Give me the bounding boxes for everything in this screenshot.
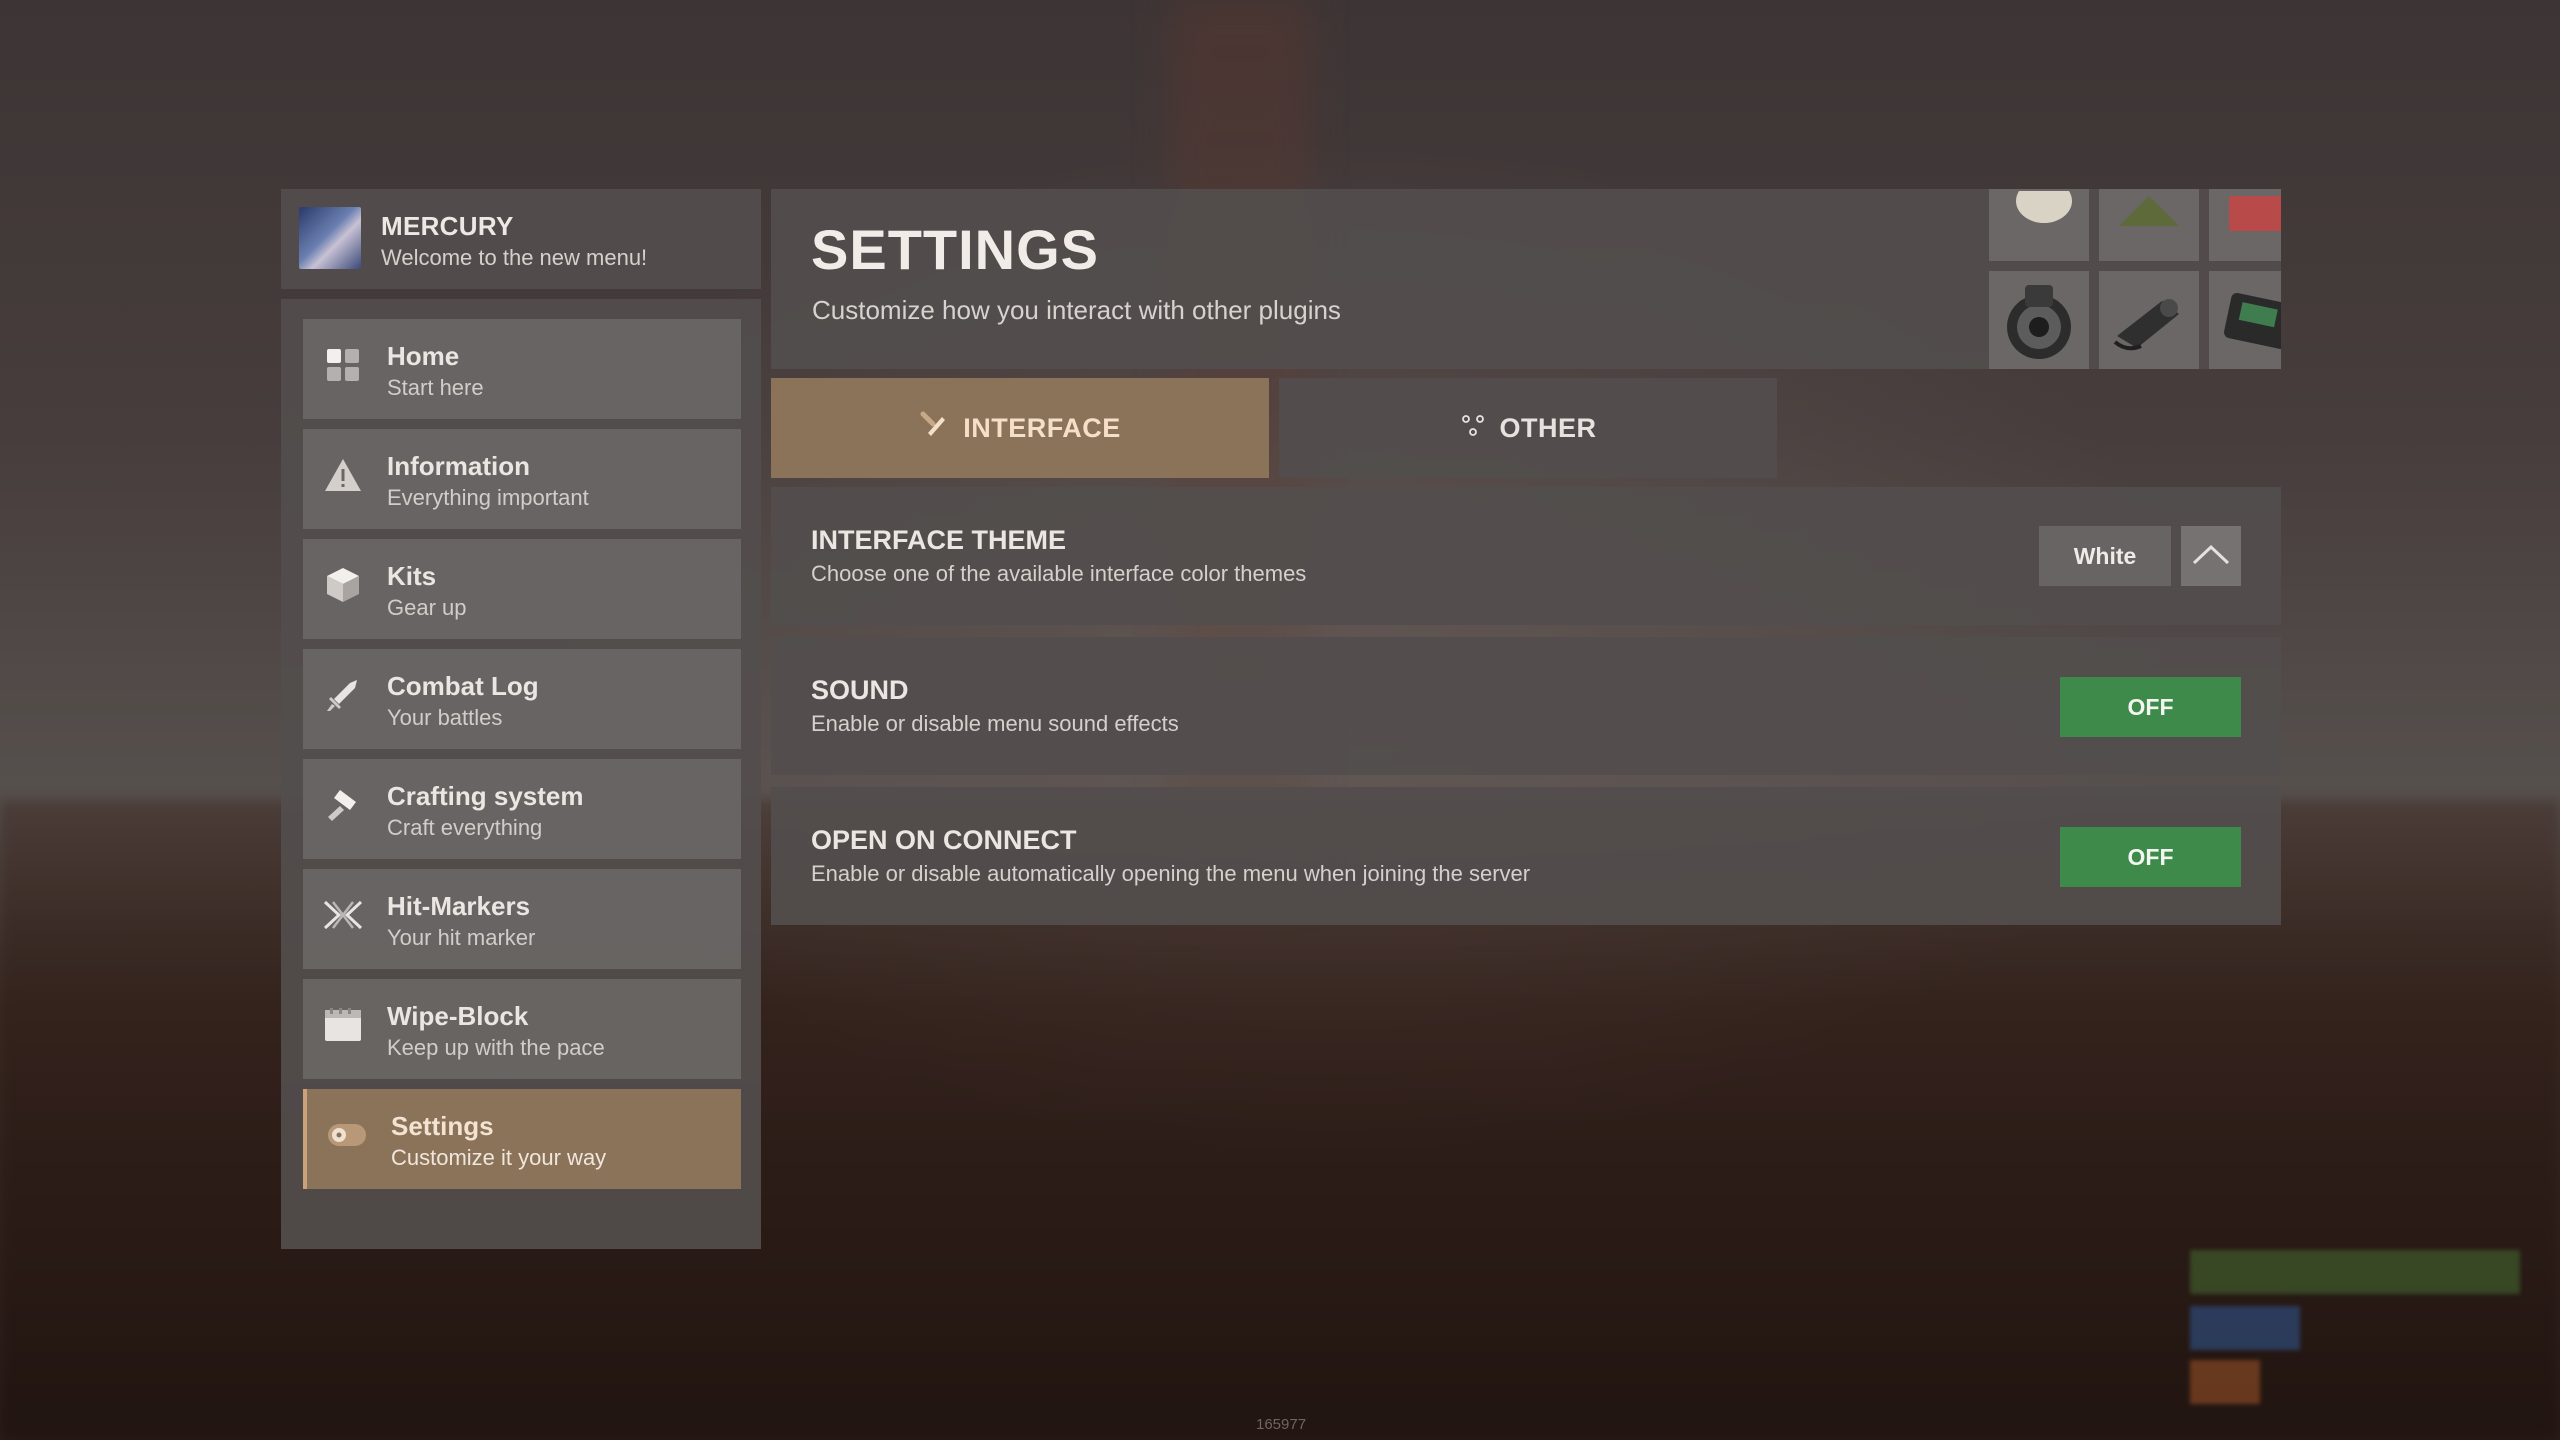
hammer-icon — [323, 785, 363, 825]
sidebar-item-title: Combat Log — [387, 671, 539, 701]
sidebar-item-title: Home — [387, 341, 460, 371]
sword-icon — [323, 675, 363, 715]
tab-label: OTHER — [1499, 412, 1597, 443]
sidebar-item-title: Wipe-Block — [387, 1001, 529, 1031]
open-on-connect-toggle-button[interactable]: OFF — [2060, 827, 2241, 887]
sidebar-item-title: Hit-Markers — [387, 891, 531, 921]
gear-item-icon — [1989, 271, 2089, 369]
box-icon — [323, 565, 363, 605]
tab-other[interactable]: OTHER — [1279, 378, 1777, 478]
sidebar-item-subtitle: Craft everything — [387, 815, 543, 840]
sidebar-item-subtitle: Keep up with the pace — [387, 1035, 605, 1060]
sidebar-item-title: Crafting system — [387, 781, 584, 811]
page-subtitle: Customize how you interact with other pl… — [812, 295, 1341, 325]
calendar-icon — [323, 1005, 363, 1045]
sidebar-item-crafting-system[interactable]: Crafting system Craft everything — [303, 759, 741, 859]
warning-icon — [323, 455, 363, 495]
dots-icon — [1460, 412, 1486, 445]
setting-interface-theme: INTERFACE THEME Choose one of the availa… — [771, 487, 2281, 625]
sidebar-item-subtitle: Everything important — [387, 485, 589, 510]
background-food-bar — [2190, 1360, 2260, 1404]
sidebar: Home Start here Information Everything i… — [281, 299, 761, 1249]
sidebar-item-combat-log[interactable]: Combat Log Your battles — [303, 649, 741, 749]
brush-icon — [919, 410, 949, 447]
setting-title: OPEN ON CONNECT — [811, 825, 1077, 855]
sidebar-item-kits[interactable]: Kits Gear up — [303, 539, 741, 639]
profile-name: MERCURY — [381, 211, 514, 241]
item-slot — [2209, 189, 2281, 261]
theme-selector-value[interactable]: White — [2039, 526, 2171, 586]
sidebar-item-subtitle: Your battles — [387, 705, 503, 730]
setting-description: Enable or disable automatically opening … — [811, 861, 1531, 886]
profile-card: MERCURY Welcome to the new menu! — [281, 189, 761, 289]
sidebar-item-subtitle: Start here — [387, 375, 484, 400]
background-hud-stats — [2140, 1240, 2540, 1410]
sidebar-item-hit-markers[interactable]: Hit-Markers Your hit marker — [303, 869, 741, 969]
toggle-icon — [327, 1115, 367, 1155]
sidebar-item-title: Information — [387, 451, 530, 481]
sidebar-item-settings[interactable]: Settings Customize it your way — [303, 1089, 741, 1189]
settings-header: SETTINGS Customize how you interact with… — [771, 189, 2281, 369]
sidebar-item-subtitle: Your hit marker — [387, 925, 536, 950]
setting-sound: SOUND Enable or disable menu sound effec… — [771, 637, 2281, 775]
tab-interface[interactable]: INTERFACE — [771, 378, 1269, 478]
background-health-bar — [2190, 1250, 2520, 1294]
avatar — [299, 207, 361, 269]
chevron-up-icon — [2192, 543, 2230, 570]
setting-description: Enable or disable menu sound effects — [811, 711, 1179, 736]
background-water-bar — [2190, 1306, 2300, 1350]
sidebar-item-subtitle: Gear up — [387, 595, 467, 620]
item-slot — [2099, 189, 2199, 261]
tab-label: INTERFACE — [963, 412, 1121, 443]
sound-toggle-button[interactable]: OFF — [2060, 677, 2241, 737]
sidebar-item-title: Kits — [387, 561, 437, 591]
sidebar-item-title: Settings — [391, 1111, 494, 1141]
camera-item-icon — [2099, 271, 2199, 369]
item-slot — [1989, 189, 2089, 261]
theme-dropdown-button[interactable] — [2181, 526, 2241, 586]
setting-description: Choose one of the available interface co… — [811, 561, 1307, 586]
page-title: SETTINGS — [811, 218, 1100, 281]
sidebar-item-information[interactable]: Information Everything important — [303, 429, 741, 529]
sidebar-item-subtitle: Customize it your way — [391, 1145, 607, 1170]
sidebar-item-home[interactable]: Home Start here — [303, 319, 741, 419]
home-grid-icon — [323, 345, 363, 385]
setting-title: INTERFACE THEME — [811, 525, 1067, 555]
pager-item-icon — [2209, 271, 2281, 369]
version-label: 165977 — [1256, 1416, 1307, 1433]
setting-open-on-connect: OPEN ON CONNECT Enable or disable automa… — [771, 787, 2281, 925]
profile-subtitle: Welcome to the new menu! — [381, 245, 648, 270]
crosshair-icon — [323, 895, 363, 935]
setting-title: SOUND — [811, 675, 909, 705]
sidebar-item-wipe-block[interactable]: Wipe-Block Keep up with the pace — [303, 979, 741, 1079]
